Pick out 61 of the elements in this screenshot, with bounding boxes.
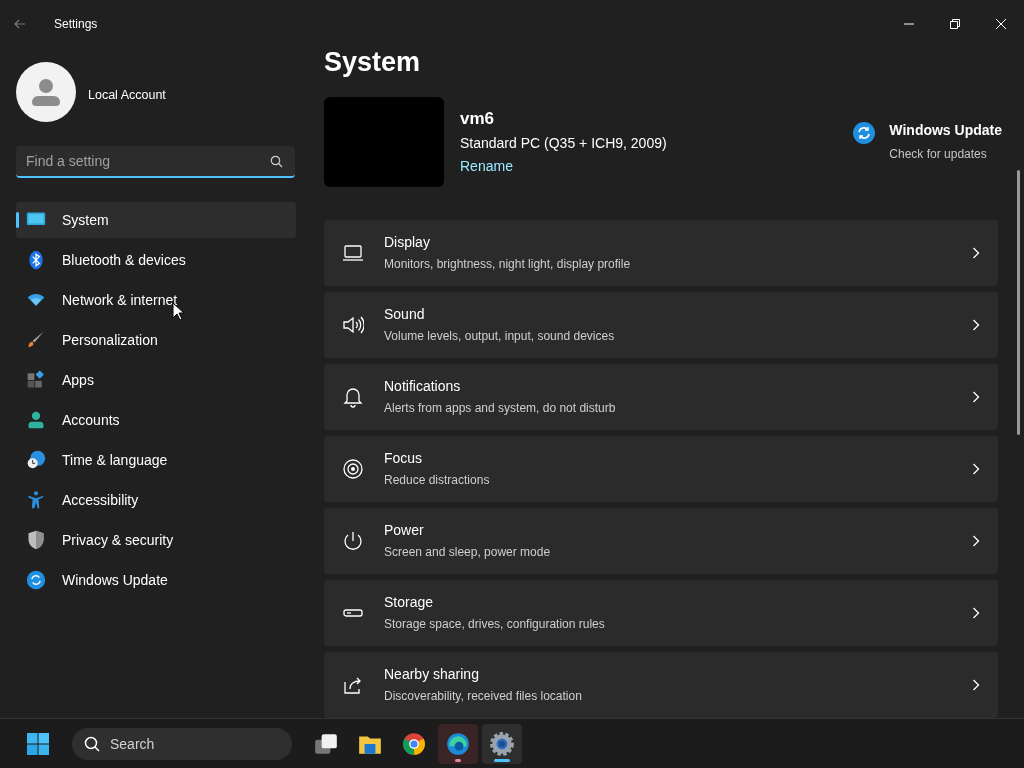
account-name: Local Account xyxy=(88,86,166,104)
apps-icon xyxy=(26,370,46,390)
rename-link[interactable]: Rename xyxy=(460,156,513,178)
chevron-icon xyxy=(972,534,980,547)
person-icon xyxy=(26,410,46,430)
chrome-icon xyxy=(401,730,427,757)
nav-item[interactable]: Accounts xyxy=(16,402,296,438)
chevron-icon xyxy=(972,390,980,403)
chevron-icon xyxy=(972,678,980,691)
settings-card[interactable]: Storage Storage space, drives, configuration rules xyxy=(324,579,998,646)
restore-icon xyxy=(950,19,960,29)
device-name: vm6 xyxy=(460,107,496,130)
avatar-icon xyxy=(16,62,76,122)
windows-logo-icon xyxy=(26,731,50,756)
nav-item[interactable]: Time & language xyxy=(16,442,296,478)
settings-card[interactable]: Notifications Alerts from apps and system, do not disturb xyxy=(324,363,998,430)
selection-indicator xyxy=(16,212,19,228)
nav-item[interactable]: Network & internet xyxy=(16,282,296,318)
chevron-icon xyxy=(972,606,980,619)
update-title: Windows Update xyxy=(889,121,1002,141)
running-indicator xyxy=(494,758,510,762)
update-icon xyxy=(26,570,46,590)
settings-card[interactable]: Focus Reduce distractions xyxy=(324,435,998,502)
nav-item[interactable]: Accessibility xyxy=(16,482,296,518)
taskbar-search-field[interactable]: Search xyxy=(72,727,292,760)
globe-clock-icon xyxy=(26,450,46,470)
chevron-icon xyxy=(972,462,980,475)
device-model: Standard PC (Q35 + ICH9, 2009) xyxy=(460,134,668,154)
settings-card[interactable]: Sound Volume levels, output, input, sound devices xyxy=(324,291,998,358)
update-status: Check for updates xyxy=(889,146,988,164)
gear-icon xyxy=(489,730,515,757)
taskbar-app-button[interactable] xyxy=(438,723,478,764)
settings-card[interactable]: Power Screen and sleep, power mode xyxy=(324,507,998,574)
close-icon xyxy=(996,19,1006,29)
bluetooth-icon xyxy=(26,250,46,270)
chevron-icon xyxy=(972,318,980,331)
update-icon xyxy=(853,122,876,145)
search-icon xyxy=(270,155,283,168)
settings-card[interactable]: Nearby sharing Discoverability, received files location xyxy=(324,651,998,718)
edge-icon xyxy=(445,730,471,757)
settings-search-field[interactable]: Find a setting xyxy=(16,146,295,178)
settings-card[interactable]: Display Monitors, brightness, night light, display profile xyxy=(324,219,998,286)
search-icon xyxy=(84,735,100,752)
window-title: Settings xyxy=(54,16,98,33)
nav-item[interactable]: Bluetooth & devices xyxy=(16,242,296,278)
nav-item[interactable]: Personalization xyxy=(16,322,296,358)
nav-item[interactable]: Privacy & security xyxy=(16,522,296,558)
shield-icon xyxy=(26,530,46,550)
nav-item[interactable]: Windows Update xyxy=(16,562,296,598)
power-icon xyxy=(342,529,364,552)
chevron-icon xyxy=(972,246,980,259)
accessibility-icon xyxy=(26,490,46,510)
running-indicator xyxy=(455,758,461,762)
page-title: System xyxy=(324,48,422,78)
focus-icon xyxy=(342,457,364,480)
taskbar-app-button[interactable] xyxy=(482,723,522,764)
bell-icon xyxy=(342,385,364,408)
back-icon xyxy=(14,19,26,29)
nav-item[interactable]: Apps xyxy=(16,362,296,398)
scrollbar[interactable] xyxy=(1017,170,1020,435)
nav-item[interactable]: System xyxy=(16,202,296,238)
